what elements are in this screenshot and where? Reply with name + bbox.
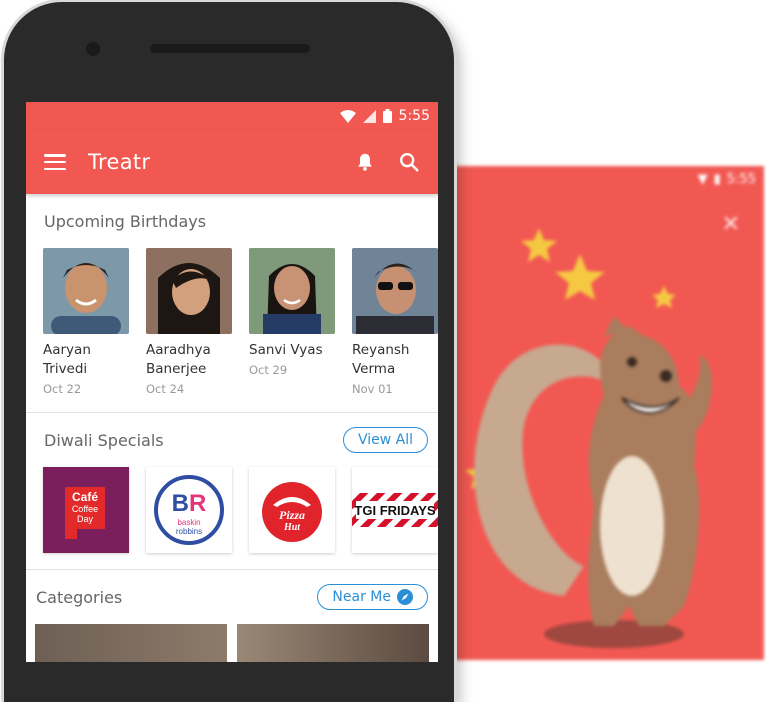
birthday-card[interactable]: Reyansh Verma Nov 01 [352,248,438,396]
birthdays-list: Aaryan Trivedi Oct 22 Aaradhya Banerjee … [26,248,438,396]
birthday-name: Aaryan Trivedi [43,342,91,377]
birthdays-heading: Upcoming Birthdays [44,211,207,231]
phone-frame: 5:55 Treatr Upcoming Birthdays Aaryan Tr… [4,2,454,702]
svg-text:Café: Café [72,490,98,504]
status-bar: 5:55 [26,102,438,130]
brand-card-cafe-coffee-day[interactable]: Café Coffee Day [43,467,129,553]
specials-list: Café Coffee Day BR baskin robbins Pizza [26,467,438,553]
birthday-card[interactable]: Aaryan Trivedi Oct 22 [43,248,129,396]
birthday-date: Oct 29 [249,363,288,377]
background-promo-screen: ▼ ▮ 5:55 ✕ [454,166,764,660]
svg-text:TGI FRIDAYS: TGI FRIDAYS [354,503,435,518]
birthday-name: Reyansh Verma [352,342,410,377]
svg-text:BR: BR [172,490,207,517]
birthday-card[interactable]: Aaradhya Banerjee Oct 24 [146,248,232,396]
squirrel-illustration [465,228,712,648]
specials-heading: Diwali Specials [44,430,164,450]
search-icon[interactable] [398,151,420,173]
avatar [352,248,438,334]
app-bar: Treatr [26,130,438,194]
birthday-name: Sanvi Vyas [249,342,323,358]
specials-header: Diwali Specials View All [26,413,438,467]
svg-text:Pizza: Pizza [279,508,305,522]
birthday-date: Oct 22 [43,382,82,396]
pizza-hut-logo: Pizza Hut [262,482,322,542]
signal-icon [362,109,376,123]
birthday-date: Nov 01 [352,382,393,396]
svg-text:robbins: robbins [176,527,202,536]
battery-icon [382,109,392,123]
birthday-date: Oct 24 [146,382,185,396]
category-card[interactable] [237,624,429,662]
brand-card-pizza-hut[interactable]: Pizza Hut [249,467,335,553]
app-title: Treatr [88,150,151,174]
view-all-button[interactable]: View All [342,427,428,453]
menu-icon[interactable] [44,154,66,170]
baskin-robbins-logo: BR baskin robbins [154,475,224,545]
wifi-icon [339,109,356,123]
birthday-name: Aaradhya Banerjee [146,342,211,377]
star-icon [555,254,605,300]
category-card[interactable] [35,624,227,662]
svg-text:Day: Day [77,514,94,524]
avatar [43,248,129,334]
compass-icon [397,589,413,605]
categories-header: Categories Near Me [26,570,438,624]
svg-text:baskin: baskin [177,518,200,527]
categories-heading: Categories [36,587,123,607]
near-me-button[interactable]: Near Me [317,584,428,610]
star-icon [521,228,557,262]
brand-card-baskin-robbins[interactable]: BR baskin robbins [146,467,232,553]
categories-list [26,624,438,662]
svg-text:Hut: Hut [283,522,301,533]
notification-bell-icon[interactable] [354,151,376,173]
birthdays-header: Upcoming Birthdays [26,194,438,248]
avatar [146,248,232,334]
brand-card-tgi-fridays[interactable]: TGI FRIDAYS [352,467,438,553]
status-time: 5:55 [398,108,430,124]
front-camera [86,42,100,56]
tgi-fridays-logo: TGI FRIDAYS [352,493,438,527]
speaker-grille [150,44,310,53]
app-screen: 5:55 Treatr Upcoming Birthdays Aaryan Tr… [26,102,438,662]
birthday-card[interactable]: Sanvi Vyas Oct 29 [249,248,335,396]
avatar [249,248,335,334]
near-me-label: Near Me [332,589,391,605]
svg-text:Coffee: Coffee [72,504,98,514]
cafe-coffee-day-logo: Café Coffee Day [43,467,129,553]
star-icon [652,286,676,308]
